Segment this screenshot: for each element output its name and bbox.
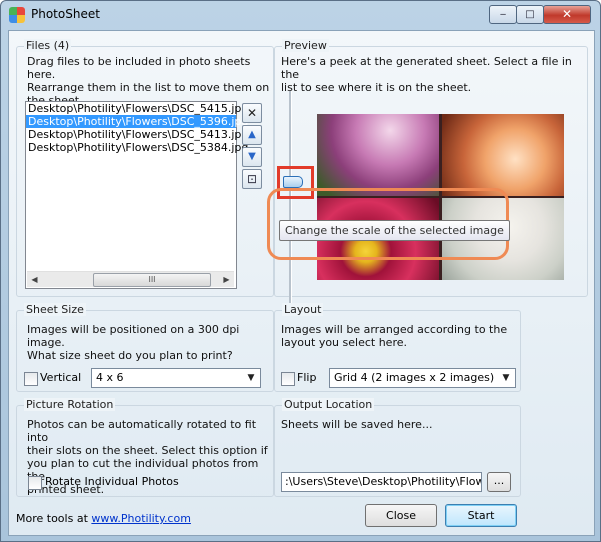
flip-label[interactable]: Flip	[297, 371, 316, 384]
zoom-image-button[interactable]: ⊡	[242, 169, 262, 189]
photosheet-app-icon	[9, 7, 25, 23]
minimize-button[interactable]: ‒	[489, 5, 517, 24]
scroll-thumb[interactable]: III	[93, 273, 211, 287]
sheet-size-select[interactable]: 4 x 6 ▼	[91, 368, 261, 388]
picture-rotation-legend: Picture Rotation	[24, 398, 116, 411]
output-location-description: Sheets will be saved here...	[281, 418, 433, 431]
start-button[interactable]: Start	[445, 504, 517, 527]
files-listbox[interactable]: Desktop\Photility\Flowers\DSC_5415.jpg D…	[25, 101, 248, 289]
layout-description: Images will be arranged according to the…	[281, 323, 508, 349]
client-area: Files (4) Drag files to be included in p…	[8, 30, 595, 536]
preview-photo-pink-flower	[317, 114, 439, 196]
window-title: PhotoSheet	[31, 7, 100, 21]
sheet-size-group: Sheet Size Images will be positioned on …	[16, 303, 274, 392]
vertical-label[interactable]: Vertical	[40, 371, 81, 384]
files-group: Files (4) Drag files to be included in p…	[16, 39, 274, 297]
sheet-size-legend: Sheet Size	[24, 303, 86, 316]
photosheet-window: PhotoSheet ‒ □ ✕ Files (4) Drag files to…	[0, 0, 601, 542]
file-item[interactable]: Desktop\Photility\Flowers\DSC_5384.jpg	[26, 141, 248, 154]
layout-group: Layout Images will be arranged according…	[274, 303, 521, 392]
files-description: Drag files to be included in photo sheet…	[27, 55, 270, 107]
picture-rotation-group: Picture Rotation Photos can be automatic…	[16, 398, 274, 497]
layout-select[interactable]: Grid 4 (2 images x 2 images) ▼	[329, 368, 516, 388]
browse-button[interactable]: ...	[487, 472, 511, 492]
scroll-right-icon[interactable]: ▶	[219, 272, 234, 287]
photility-link[interactable]: www.Photility.com	[91, 512, 191, 525]
layout-legend: Layout	[282, 303, 324, 316]
file-item[interactable]: Desktop\Photility\Flowers\DSC_5413.jpg	[26, 128, 248, 141]
preview-legend: Preview	[282, 39, 329, 52]
scale-tooltip: Change the scale of the selected image	[279, 220, 510, 241]
preview-description: Here's a peek at the generated sheet. Se…	[281, 55, 572, 94]
output-location-legend: Output Location	[282, 398, 375, 411]
scroll-left-icon[interactable]: ◀	[27, 272, 42, 287]
close-window-button[interactable]: ✕	[543, 5, 591, 24]
footer-more-tools: More tools at www.Photility.com	[16, 512, 191, 525]
remove-file-button[interactable]: ✕	[242, 103, 262, 123]
flip-checkbox[interactable]	[281, 372, 295, 386]
rotate-photos-label[interactable]: Rotate Individual Photos	[45, 475, 179, 488]
rotate-photos-checkbox[interactable]	[28, 476, 42, 490]
title-bar[interactable]: PhotoSheet ‒ □ ✕	[1, 1, 600, 29]
chevron-down-icon[interactable]: ▼	[244, 370, 258, 386]
sheet-size-description: Images will be positioned on a 300 dpi i…	[27, 323, 240, 362]
files-horizontal-scrollbar[interactable]: ◀ III ▶	[27, 271, 234, 287]
maximize-button[interactable]: □	[516, 5, 544, 24]
output-path-field[interactable]: :\Users\Steve\Desktop\Photility\Flowers	[281, 472, 482, 492]
output-location-group: Output Location Sheets will be saved her…	[274, 398, 521, 497]
move-up-button[interactable]: ▲	[242, 125, 262, 145]
move-down-button[interactable]: ▼	[242, 147, 262, 167]
preview-photo-orange-flower	[442, 114, 564, 196]
file-item[interactable]: Desktop\Photility\Flowers\DSC_5415.jpg	[26, 102, 248, 115]
vertical-checkbox[interactable]	[24, 372, 38, 386]
close-button[interactable]: Close	[365, 504, 437, 527]
file-item-selected[interactable]: Desktop\Photility\Flowers\DSC_5396.jpg	[26, 115, 248, 128]
files-legend: Files (4)	[24, 39, 72, 52]
preview-group: Preview Here's a peek at the generated s…	[267, 39, 588, 315]
chevron-down-icon[interactable]: ▼	[499, 370, 513, 386]
